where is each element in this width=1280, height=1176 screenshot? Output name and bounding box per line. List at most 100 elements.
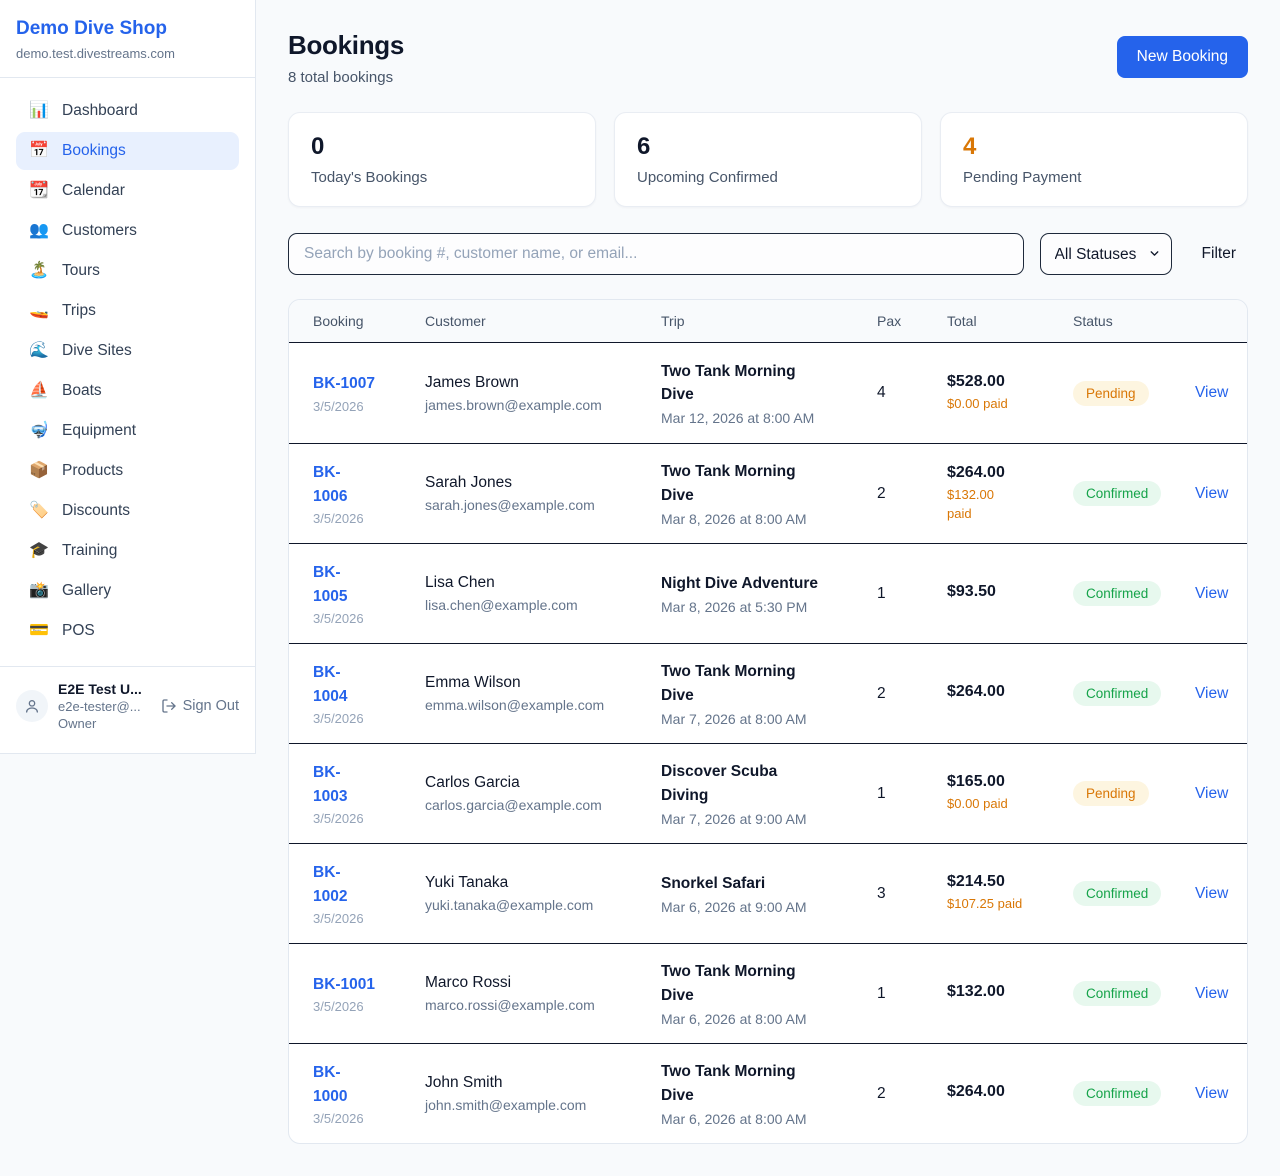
paid-amount: $107.25 paid (947, 895, 1059, 914)
status-badge: Confirmed (1073, 881, 1161, 906)
table-row: BK- 1005 3/5/2026 Lisa Chen lisa.chen@ex… (289, 543, 1247, 643)
sidebar-item-training[interactable]: 🎓 Training (16, 532, 239, 570)
customer-name: Yuki Tanaka (425, 874, 647, 892)
avatar (16, 690, 48, 722)
booking-id-link[interactable]: BK-1007 (313, 372, 375, 396)
sidebar-item-trips[interactable]: 🚤 Trips (16, 292, 239, 330)
stats-row: 0 Today's Bookings 6 Upcoming Confirmed … (288, 112, 1248, 207)
view-link[interactable]: View (1195, 485, 1228, 502)
pax-cell: 2 (877, 685, 947, 703)
actions-cell: View (1195, 985, 1223, 1003)
view-link[interactable]: View (1195, 384, 1228, 401)
booking-date: 3/5/2026 (313, 511, 411, 526)
trip-cell: Two Tank Morning Dive Mar 6, 2026 at 8:0… (661, 960, 877, 1027)
view-link[interactable]: View (1195, 585, 1228, 602)
view-link[interactable]: View (1195, 785, 1228, 802)
booking-id-link[interactable]: BK-1001 (313, 973, 375, 997)
customer-email: john.smith@example.com (425, 1097, 647, 1113)
booking-id-link[interactable]: BK- 1004 (313, 661, 347, 709)
wave-icon: 🌊 (29, 343, 49, 359)
table-row: BK-1001 3/5/2026 Marco Rossi marco.rossi… (289, 943, 1247, 1043)
booking-cell: BK- 1002 3/5/2026 (313, 861, 425, 926)
status-cell: Confirmed (1073, 581, 1195, 606)
booking-id-link[interactable]: BK- 1002 (313, 861, 347, 909)
customer-cell: Lisa Chen lisa.chen@example.com (425, 574, 661, 613)
sign-out-label: Sign Out (183, 698, 239, 714)
total-cell: $264.00 (947, 1083, 1073, 1105)
sidebar-item-equipment[interactable]: 🤿 Equipment (16, 412, 239, 450)
status-filter-select[interactable]: All Statuses (1040, 233, 1172, 275)
pax-cell: 1 (877, 785, 947, 803)
trip-cell: Night Dive Adventure Mar 8, 2026 at 5:30… (661, 572, 877, 615)
customer-name: John Smith (425, 1074, 647, 1092)
stat-label: Today's Bookings (311, 169, 573, 186)
sidebar-item-calendar[interactable]: 📆 Calendar (16, 172, 239, 210)
view-link[interactable]: View (1195, 1085, 1228, 1102)
stat-value: 6 (637, 133, 899, 161)
booking-date: 3/5/2026 (313, 399, 411, 414)
bookings-table: Booking Customer Trip Pax Total Status B… (288, 299, 1248, 1144)
status-badge: Confirmed (1073, 1081, 1161, 1106)
sidebar-item-dive-sites[interactable]: 🌊 Dive Sites (16, 332, 239, 370)
stat-card: 0 Today's Bookings (288, 112, 596, 207)
booking-cell: BK- 1000 3/5/2026 (313, 1061, 425, 1126)
sidebar-item-pos[interactable]: 💳 POS (16, 612, 239, 650)
column-header-total: Total (947, 313, 1073, 329)
customer-email: marco.rossi@example.com (425, 997, 647, 1013)
booking-id-link[interactable]: BK- 1005 (313, 561, 347, 609)
trip-name: Two Tank Morning Dive (661, 360, 863, 407)
filter-button[interactable]: Filter (1202, 245, 1236, 263)
booking-id-link[interactable]: BK- 1000 (313, 1061, 347, 1109)
column-header-trip: Trip (661, 313, 877, 329)
camera-icon: 📸 (29, 583, 49, 599)
user-role: Owner (58, 716, 151, 731)
status-badge: Confirmed (1073, 681, 1161, 706)
package-icon: 📦 (29, 463, 49, 479)
status-cell: Confirmed (1073, 481, 1195, 506)
customer-email: lisa.chen@example.com (425, 597, 647, 613)
sign-out-button[interactable]: Sign Out (161, 698, 239, 714)
sidebar-item-products[interactable]: 📦 Products (16, 452, 239, 490)
user-footer: E2E Test U... e2e-tester@... Owner Sign … (0, 666, 255, 753)
status-badge: Confirmed (1073, 481, 1161, 506)
stat-card: 4 Pending Payment (940, 112, 1248, 207)
filter-row: All Statuses Filter (288, 233, 1248, 275)
sidebar-item-boats[interactable]: ⛵ Boats (16, 372, 239, 410)
sidebar-item-label: Training (62, 542, 117, 560)
view-link[interactable]: View (1195, 885, 1228, 902)
sailboat-icon: ⛵ (29, 383, 49, 399)
booking-date: 3/5/2026 (313, 1111, 411, 1126)
sidebar-item-bookings[interactable]: 📅 Bookings (16, 132, 239, 170)
stat-card: 6 Upcoming Confirmed (614, 112, 922, 207)
paid-amount: $132.00 paid (947, 486, 1059, 524)
sidebar-item-customers[interactable]: 👥 Customers (16, 212, 239, 250)
view-link[interactable]: View (1195, 985, 1228, 1002)
sidebar-item-gallery[interactable]: 📸 Gallery (16, 572, 239, 610)
search-input[interactable] (288, 233, 1024, 275)
status-cell: Confirmed (1073, 681, 1195, 706)
customer-cell: Sarah Jones sarah.jones@example.com (425, 474, 661, 513)
user-name: E2E Test U... (58, 681, 151, 697)
sidebar-item-dashboard[interactable]: 📊 Dashboard (16, 92, 239, 130)
sidebar-item-label: Equipment (62, 422, 136, 440)
pax-cell: 1 (877, 585, 947, 603)
booking-id-link[interactable]: BK- 1006 (313, 461, 347, 509)
total-amount: $132.00 (947, 983, 1059, 1001)
view-link[interactable]: View (1195, 685, 1228, 702)
table-row: BK- 1003 3/5/2026 Carlos Garcia carlos.g… (289, 743, 1247, 843)
booking-id-link[interactable]: BK- 1003 (313, 761, 347, 809)
status-badge: Confirmed (1073, 581, 1161, 606)
trip-cell: Two Tank Morning Dive Mar 7, 2026 at 8:0… (661, 660, 877, 727)
customer-name: Marco Rossi (425, 974, 647, 992)
pax-cell: 1 (877, 985, 947, 1003)
bar-chart-icon: 📊 (29, 103, 49, 119)
sidebar-nav: 📊 Dashboard 📅 Bookings 📆 Calendar 👥 Cust… (0, 78, 255, 666)
sidebar-item-discounts[interactable]: 🏷️ Discounts (16, 492, 239, 530)
trip-datetime: Mar 8, 2026 at 5:30 PM (661, 599, 863, 615)
sidebar-item-tours[interactable]: 🏝️ Tours (16, 252, 239, 290)
trip-name: Two Tank Morning Dive (661, 460, 863, 507)
trip-name: Snorkel Safari (661, 872, 863, 895)
new-booking-button[interactable]: New Booking (1117, 36, 1248, 78)
column-header-booking: Booking (313, 313, 425, 329)
table-row: BK- 1002 3/5/2026 Yuki Tanaka yuki.tanak… (289, 843, 1247, 943)
